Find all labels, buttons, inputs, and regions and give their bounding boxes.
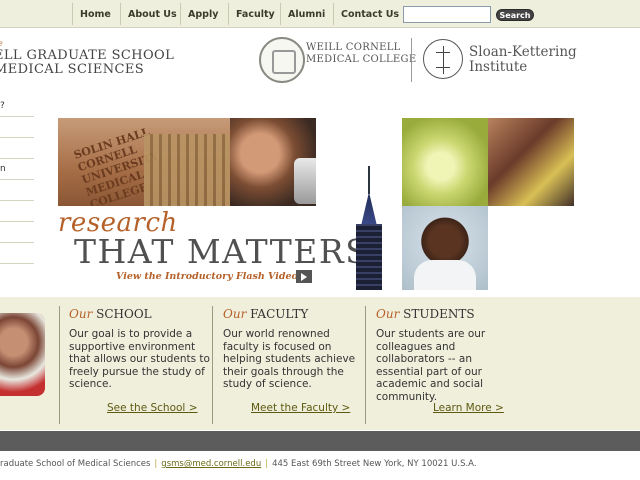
- school-heading-our: Our: [69, 307, 93, 321]
- column-divider: [212, 306, 213, 424]
- left-menu: ? n: [0, 96, 34, 264]
- column-divider: [365, 306, 366, 424]
- students-heading-title: STUDENTS: [403, 307, 475, 321]
- students-column: Our STUDENTS Our students are our collea…: [376, 306, 518, 403]
- ski-line1: Sloan-Kettering: [469, 44, 577, 60]
- site-header: e ELL GRADUATE SCHOOL MEDICAL SCIENCES W…: [0, 29, 640, 93]
- tower-body: [356, 224, 382, 290]
- search-input[interactable]: [403, 6, 491, 23]
- see-school-link[interactable]: See the School >: [107, 402, 198, 414]
- footer-school: raduate School of Medical Sciences: [0, 459, 151, 469]
- school-description: Our goal is to provide a supportive envi…: [69, 328, 210, 390]
- meet-faculty-link[interactable]: Meet the Faculty >: [251, 402, 350, 414]
- school-name-small: e: [0, 39, 3, 48]
- olin-hall-photo: SOLIN HALL CORNELL UNIVERSITY MEDICAL CO…: [58, 118, 230, 211]
- faculty-heading: Our FACULTY: [223, 306, 365, 324]
- footer-separator: |: [265, 459, 269, 469]
- building-photo: [144, 134, 230, 206]
- left-menu-item[interactable]: [0, 243, 34, 264]
- school-title-line2: MEDICAL SCIENCES: [0, 62, 145, 77]
- hero-banner[interactable]: SOLIN HALL CORNELL UNIVERSITY MEDICAL CO…: [58, 118, 574, 290]
- researchers-photo: [488, 118, 574, 206]
- ski-line2: Institute: [469, 59, 528, 75]
- search-button[interactable]: Search: [496, 9, 534, 21]
- footer-address: 445 East 69th Street New York, NY 10021 …: [272, 459, 477, 469]
- left-menu-item[interactable]: ?: [0, 96, 34, 117]
- ski-logo-icon[interactable]: [423, 39, 463, 79]
- nav-contact-us[interactable]: Contact Us: [333, 3, 399, 25]
- nav-faculty[interactable]: Faculty: [228, 3, 275, 25]
- footer-text: raduate School of Medical Sciences | gsms@…: [0, 459, 477, 469]
- students-description: Our students are our colleagues and coll…: [376, 328, 486, 403]
- left-menu-item[interactable]: [0, 138, 34, 159]
- top-nav: Home About Us Apply Faculty Alumni Conta…: [0, 0, 640, 28]
- school-heading: Our SCHOOL: [69, 306, 211, 324]
- faculty-heading-title: FACULTY: [250, 307, 309, 321]
- footer-email-link[interactable]: gsms@med.cornell.edu: [161, 459, 261, 469]
- wcmc-line2: MEDICAL COLLEGE: [306, 54, 417, 65]
- faculty-heading-our: Our: [223, 307, 247, 321]
- nav-home[interactable]: Home: [72, 3, 111, 25]
- ski-logo-text[interactable]: Sloan-Kettering Institute: [469, 45, 577, 75]
- left-menu-item[interactable]: [0, 222, 34, 243]
- wcmc-logo-text[interactable]: WEILL CORNELL MEDICAL COLLEGE: [306, 42, 416, 66]
- left-menu-item[interactable]: n: [0, 159, 34, 180]
- nav-apply[interactable]: Apply: [180, 3, 218, 25]
- play-arrow-icon[interactable]: [296, 270, 312, 283]
- page: { "nav": { "items": ["Home", "About Us",…: [0, 0, 640, 480]
- footer-separator: |: [154, 459, 158, 469]
- cells-photo: [402, 118, 488, 206]
- students-heading: Our STUDENTS: [376, 306, 518, 324]
- cornell-seal-icon[interactable]: [259, 37, 305, 83]
- school-title-line1: ELL GRADUATE SCHOOL: [0, 48, 175, 63]
- left-menu-item[interactable]: [0, 201, 34, 222]
- nav-alumni[interactable]: Alumni: [280, 3, 325, 25]
- flash-video-link[interactable]: View the Introductory Flash Video: [116, 271, 298, 282]
- header-divider: [411, 38, 412, 82]
- students-heading-our: Our: [376, 307, 400, 321]
- nav-about-us[interactable]: About Us: [120, 3, 177, 25]
- chrysler-building-icon: [348, 166, 390, 290]
- wcmc-line1: WEILL CORNELL: [306, 42, 401, 53]
- school-heading-title: SCHOOL: [96, 307, 152, 321]
- column-divider: [59, 306, 60, 424]
- left-menu-item[interactable]: [0, 180, 34, 201]
- footer-bar: [0, 431, 640, 451]
- faculty-column: Our FACULTY Our world renowned faculty i…: [223, 306, 365, 391]
- hero-headline: THAT MATTERS: [74, 232, 370, 271]
- tower-spire: [368, 166, 370, 194]
- left-menu-item[interactable]: [0, 117, 34, 138]
- students-photo: [0, 313, 45, 396]
- school-title[interactable]: ELL GRADUATE SCHOOL MEDICAL SCIENCES: [0, 49, 174, 77]
- learn-more-link[interactable]: Learn More >: [433, 402, 504, 414]
- school-column: Our SCHOOL Our goal is to provide a supp…: [69, 306, 211, 391]
- tower-crown: [361, 192, 377, 226]
- faculty-description: Our world renowned faculty is focused on…: [223, 328, 356, 390]
- lab-coat-shape: [414, 260, 476, 290]
